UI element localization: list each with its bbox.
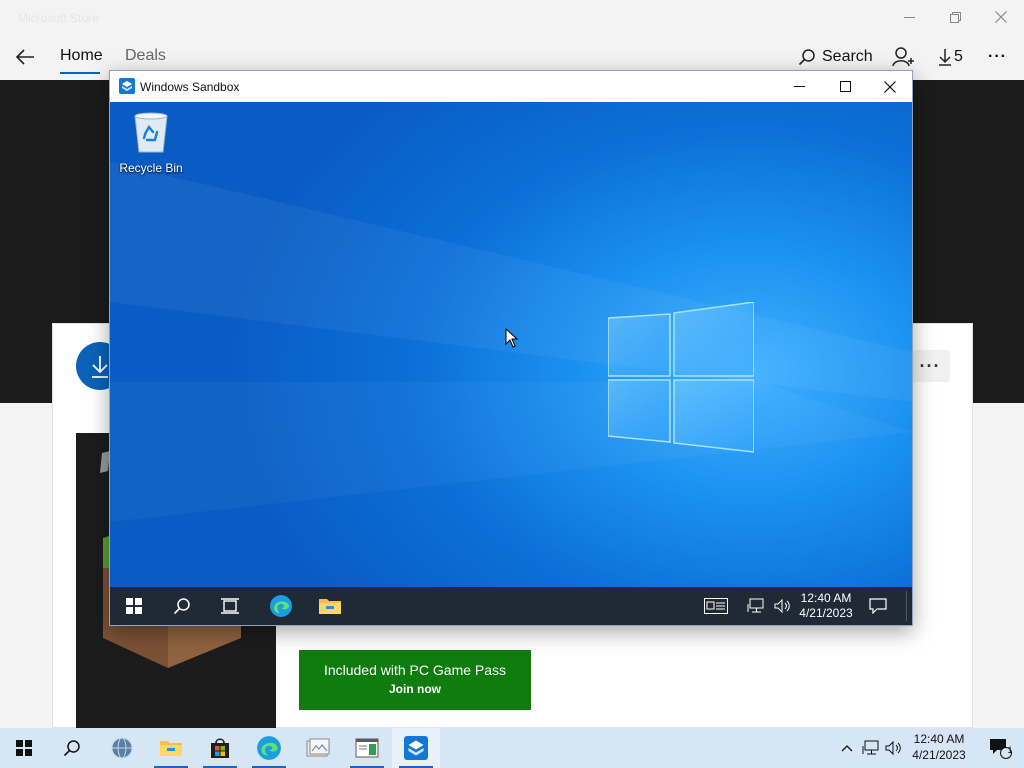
network-globe-icon: [111, 737, 133, 759]
edge-icon: [257, 736, 281, 760]
sandbox-date: 4/21/2023: [799, 606, 853, 620]
start-icon: [16, 740, 32, 756]
mouse-cursor-icon: [505, 328, 519, 348]
host-date: 4/21/2023: [912, 748, 966, 762]
store-close-button[interactable]: [978, 0, 1024, 34]
sandbox-title: Windows Sandbox: [140, 80, 240, 94]
taskbar-search-button[interactable]: [48, 728, 96, 768]
tab-home-indicator: [60, 72, 100, 74]
taskbar-file-explorer[interactable]: [147, 728, 195, 768]
gamepass-button[interactable]: Included with PC Game Pass Join now: [299, 650, 531, 710]
host-taskbar: 12:40 AM 4/21/2023 1: [0, 728, 1024, 768]
sandbox-task-view-button[interactable]: [206, 587, 254, 625]
network-icon: [862, 740, 879, 755]
microsoft-store-icon: [211, 738, 229, 758]
host-volume-button[interactable]: [882, 728, 906, 768]
notification-count: 1: [1007, 745, 1013, 755]
card-more-button[interactable]: ···: [910, 350, 950, 382]
gamepass-subtitle: Join now: [389, 682, 441, 696]
search-icon: [173, 598, 190, 615]
gamepass-title: Included with PC Game Pass: [323, 662, 507, 678]
start-icon: [126, 598, 142, 614]
sandbox-notifications-button[interactable]: [856, 587, 900, 625]
volume-icon: [885, 740, 901, 756]
search-button[interactable]: Search: [798, 44, 873, 70]
search-icon: [798, 49, 815, 66]
sandbox-file-explorer-button[interactable]: [306, 587, 354, 625]
sandbox-maximize-button[interactable]: [822, 71, 868, 102]
window-app-icon: [355, 738, 379, 758]
close-icon: [884, 80, 896, 93]
taskbar-microsoft-store[interactable]: [196, 728, 244, 768]
task-view-icon: [221, 598, 239, 614]
show-hidden-icons-button[interactable]: [836, 728, 858, 768]
store-minimize-button[interactable]: [886, 0, 932, 34]
network-icon: [747, 598, 764, 613]
tab-deals[interactable]: Deals: [125, 47, 166, 65]
maximize-icon: [839, 81, 851, 92]
windows-sandbox-window: Windows Sandbox Recycle Bin 12:40 AM 4/2…: [109, 70, 913, 626]
search-label: Search: [822, 48, 873, 65]
taskbar-network-globe[interactable]: [98, 728, 146, 768]
sandbox-network-button[interactable]: [742, 587, 770, 625]
start-button[interactable]: [0, 728, 48, 768]
sandbox-time: 12:40 AM: [800, 591, 852, 605]
taskbar-window-app[interactable]: [343, 728, 391, 768]
windows-sandbox-icon: [404, 736, 428, 760]
back-arrow-icon: [15, 49, 34, 65]
search-icon: [63, 740, 80, 757]
downloads-count: 5: [954, 48, 963, 65]
downloads-button[interactable]: 5: [938, 44, 963, 70]
more-button[interactable]: ···: [988, 44, 1007, 70]
account-button[interactable]: [892, 44, 914, 70]
sandbox-volume-button[interactable]: [770, 587, 796, 625]
sandbox-desktop[interactable]: Recycle Bin: [110, 102, 912, 587]
windows-logo-wallpaper: [608, 302, 754, 453]
add-user-icon: [892, 47, 914, 67]
sandbox-clock[interactable]: 12:40 AM 4/21/2023: [796, 591, 856, 621]
tab-home[interactable]: Home: [60, 47, 103, 65]
show-desktop-divider: [906, 591, 907, 621]
chevron-up-icon: [841, 745, 853, 752]
store-titlebar: Microsoft Store: [0, 0, 1024, 34]
image-viewer-icon: [306, 738, 330, 757]
sandbox-titlebar[interactable]: Windows Sandbox: [110, 71, 912, 102]
sandbox-news-button[interactable]: [692, 587, 740, 625]
host-network-button[interactable]: [858, 728, 884, 768]
sandbox-taskbar: 12:40 AM 4/21/2023: [110, 587, 912, 625]
store-restore-button[interactable]: [932, 0, 978, 34]
minimize-icon: [793, 86, 805, 87]
minimize-icon: [903, 16, 915, 18]
action-center-icon: [869, 598, 887, 614]
taskbar-edge[interactable]: [245, 728, 293, 768]
restore-icon: [949, 11, 961, 23]
taskbar-windows-sandbox[interactable]: [392, 728, 440, 768]
windows-sandbox-icon: [119, 78, 135, 94]
close-icon: [995, 11, 1007, 23]
sandbox-edge-button[interactable]: [257, 587, 305, 625]
file-explorer-icon: [319, 599, 341, 614]
news-icon: [704, 598, 728, 614]
host-time: 12:40 AM: [913, 732, 965, 746]
sandbox-start-button[interactable]: [110, 587, 158, 625]
sandbox-close-button[interactable]: [867, 71, 913, 102]
edge-icon: [270, 595, 292, 617]
host-clock[interactable]: 12:40 AM 4/21/2023: [906, 731, 972, 763]
sandbox-minimize-button[interactable]: [776, 71, 822, 102]
store-title: Microsoft Store: [18, 11, 99, 25]
sandbox-search-button[interactable]: [158, 587, 206, 625]
file-explorer-icon: [160, 741, 182, 756]
taskbar-image-viewer[interactable]: [294, 728, 342, 768]
host-notifications-button[interactable]: 1: [976, 728, 1024, 768]
download-icon: [939, 49, 951, 66]
recycle-bin-icon: [134, 112, 168, 153]
volume-icon: [774, 598, 790, 614]
back-button[interactable]: [12, 44, 38, 70]
desktop-icon-recycle-bin[interactable]: Recycle Bin: [118, 110, 184, 175]
recycle-bin-label: Recycle Bin: [119, 161, 183, 175]
